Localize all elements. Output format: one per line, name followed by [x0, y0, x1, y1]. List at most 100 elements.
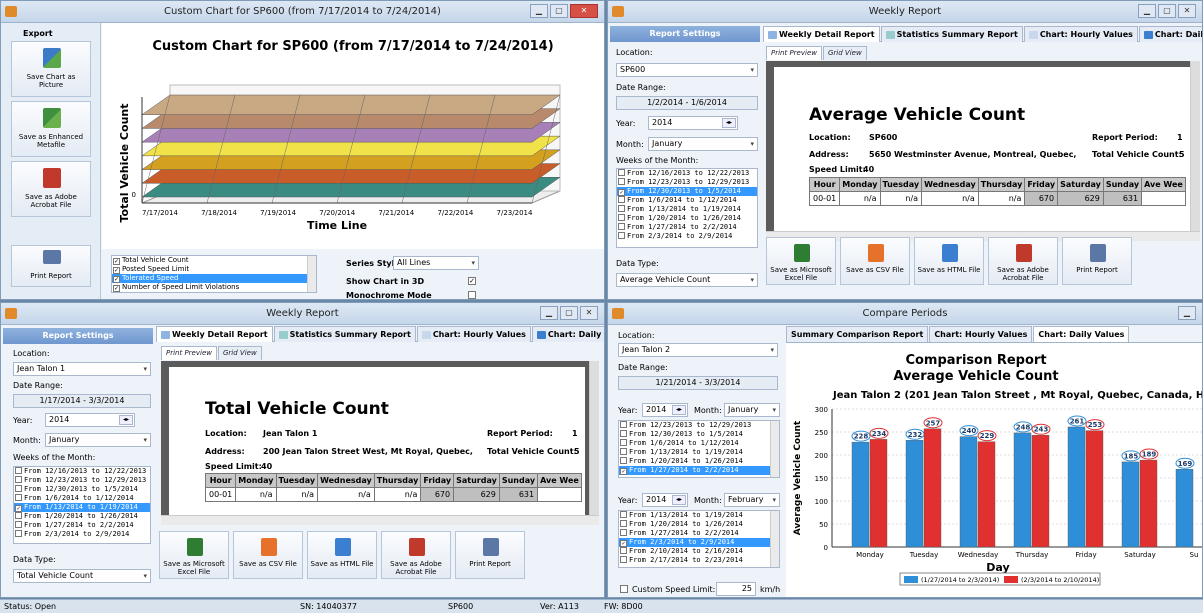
- checkbox[interactable]: [620, 430, 627, 437]
- week-list-item[interactable]: From 1/13/2014 to 1/19/2014: [619, 511, 779, 520]
- scrollbar[interactable]: [770, 511, 779, 567]
- week-list-item[interactable]: From 1/6/2014 to 1/12/2014: [619, 439, 779, 448]
- month-select[interactable]: January ▾: [648, 137, 758, 151]
- custom-speed-checkbox[interactable]: [620, 585, 628, 593]
- week-list-item[interactable]: From 12/23/2013 to 12/29/2013: [619, 421, 779, 430]
- save-acrobat-button[interactable]: Save as Adobe Acrobat File: [11, 161, 91, 217]
- week-list-item[interactable]: From 1/20/2014 to 1/26/2014: [619, 520, 779, 529]
- horizontal-scrollbar[interactable]: [161, 515, 599, 525]
- save-acrobat-button[interactable]: Save as Adobe Acrobat File: [381, 531, 451, 579]
- series-item[interactable]: ✓ Total Vehicle Count: [112, 256, 316, 265]
- week-list-item[interactable]: From 2/3/2014 to 2/9/2014: [617, 232, 757, 241]
- save-chart-picture-button[interactable]: Save Chart as Picture: [11, 41, 91, 97]
- save-csv-button[interactable]: Save as CSV File: [233, 531, 303, 579]
- week-list-item[interactable]: From 1/27/2014 to 2/2/2014: [619, 529, 779, 538]
- checkbox[interactable]: [15, 521, 22, 528]
- week-list-item[interactable]: From 2/17/2014 to 2/23/2014: [619, 556, 779, 565]
- checkbox[interactable]: ✓: [113, 258, 120, 265]
- spin-arrows-icon[interactable]: ◂▸: [722, 118, 736, 128]
- week-list-item[interactable]: ✓ From 1/13/2014 to 1/19/2014: [14, 503, 150, 512]
- location-select[interactable]: SP600 ▾: [616, 63, 758, 77]
- tab-chart-daily[interactable]: Chart: Daily Values: [1033, 326, 1130, 342]
- save-metafile-button[interactable]: Save as Enhanced Metafile: [11, 101, 91, 157]
- week-list-item[interactable]: From 1/6/2014 to 1/12/2014: [14, 494, 150, 503]
- subtab-print-preview[interactable]: Print Preview: [766, 46, 822, 60]
- maximize-button[interactable]: ▢: [1158, 4, 1176, 18]
- week-list-item[interactable]: From 2/3/2014 to 2/9/2014: [14, 530, 150, 539]
- tab-chart-hourly[interactable]: Chart: Hourly Values: [416, 326, 531, 342]
- week-list-item[interactable]: From 1/13/2014 to 1/19/2014: [619, 448, 779, 457]
- checkbox[interactable]: [620, 448, 627, 455]
- checkbox[interactable]: [15, 485, 22, 492]
- week-list-item[interactable]: From 12/16/2013 to 12/22/2013: [617, 169, 757, 178]
- checkbox[interactable]: [620, 439, 627, 446]
- save-excel-button[interactable]: Save as Microsoft Excel File: [159, 531, 229, 579]
- tab-statistics-summary[interactable]: Statistics Summary Report: [273, 326, 416, 342]
- save-excel-button[interactable]: Save as Microsoft Excel File: [766, 237, 836, 285]
- week-list-item[interactable]: From 1/20/2014 to 1/26/2014: [14, 512, 150, 521]
- series-item[interactable]: ✓ Number of Speed Limit Violations: [112, 283, 316, 292]
- checkbox[interactable]: [620, 529, 627, 536]
- week-list-item[interactable]: From 1/13/2014 to 1/19/2014: [617, 205, 757, 214]
- subtab-grid-view[interactable]: Grid View: [217, 346, 262, 360]
- datatype-select[interactable]: Average Vehicle Count ▾: [616, 273, 758, 287]
- checkbox[interactable]: [15, 512, 22, 519]
- checkbox[interactable]: [618, 169, 625, 176]
- checkbox[interactable]: [620, 511, 627, 518]
- checkbox[interactable]: [620, 520, 627, 527]
- week-list-item[interactable]: From 12/30/2013 to 1/5/2014: [619, 430, 779, 439]
- save-html-button[interactable]: Save as HTML File: [307, 531, 377, 579]
- checkbox[interactable]: [15, 476, 22, 483]
- week-list-item[interactable]: From 1/20/2014 to 1/26/2014: [619, 457, 779, 466]
- weeks1-list[interactable]: From 12/23/2013 to 12/29/2013 From 12/30/…: [618, 420, 780, 478]
- mono-checkbox[interactable]: [468, 291, 476, 299]
- minimize-button[interactable]: ▁: [540, 306, 558, 320]
- series-list[interactable]: ✓ Total Vehicle Count ✓ Posted Speed Limit ✓…: [111, 255, 317, 293]
- datatype-select[interactable]: Total Vehicle Count ▾: [13, 569, 151, 583]
- subtab-print-preview[interactable]: Print Preview: [161, 346, 217, 360]
- vertical-scrollbar[interactable]: [589, 361, 599, 515]
- weeks-list[interactable]: From 12/16/2013 to 12/22/2013 From 12/23/…: [13, 466, 151, 544]
- scrollbar[interactable]: [770, 421, 779, 477]
- checkbox[interactable]: [620, 457, 627, 464]
- checkbox[interactable]: [620, 421, 627, 428]
- checkbox[interactable]: [618, 196, 625, 203]
- series-style-select[interactable]: All Lines ▾: [393, 256, 479, 270]
- year-spinner[interactable]: 2014 ◂▸: [648, 116, 738, 130]
- maximize-button[interactable]: ▢: [560, 306, 578, 320]
- week-list-item[interactable]: From 12/23/2013 to 12/29/2013: [617, 178, 757, 187]
- month-select[interactable]: January ▾: [45, 433, 151, 447]
- spin-arrows-icon[interactable]: ◂▸: [119, 415, 133, 425]
- spin-arrows-icon[interactable]: ◂▸: [672, 495, 686, 505]
- tab-weekly-detail[interactable]: Weekly Detail Report: [763, 26, 880, 42]
- checkbox[interactable]: [15, 467, 22, 474]
- tab-summary-comparison[interactable]: Summary Comparison Report: [786, 326, 929, 342]
- location-select[interactable]: Jean Talon 1 ▾: [13, 362, 151, 376]
- checkbox[interactable]: [618, 214, 625, 221]
- week-list-item[interactable]: ✓ From 1/27/2014 to 2/2/2014: [619, 466, 779, 475]
- week-list-item[interactable]: ✓ From 12/30/2013 to 1/5/2014: [617, 187, 757, 196]
- checkbox[interactable]: ✓: [113, 267, 120, 274]
- checkbox[interactable]: [618, 232, 625, 239]
- minimize-button[interactable]: ▁: [1138, 4, 1156, 18]
- tab-chart-hourly[interactable]: Chart: Hourly Values: [1023, 26, 1138, 42]
- close-button[interactable]: ✕: [580, 306, 598, 320]
- month2-select[interactable]: February ▾: [724, 493, 780, 507]
- close-button[interactable]: ✕: [1178, 4, 1196, 18]
- spin-arrows-icon[interactable]: ◂▸: [672, 405, 686, 415]
- week-list-item[interactable]: From 12/30/2013 to 1/5/2014: [14, 485, 150, 494]
- save-csv-button[interactable]: Save as CSV File: [840, 237, 910, 285]
- tab-chart-daily[interactable]: Chart: Daily V: [531, 326, 604, 342]
- checkbox[interactable]: ✓: [113, 285, 120, 292]
- checkbox[interactable]: [620, 547, 627, 554]
- scrollbar[interactable]: [307, 256, 316, 292]
- checkbox[interactable]: ✓: [618, 189, 625, 196]
- week-list-item[interactable]: From 1/20/2014 to 1/26/2014: [617, 214, 757, 223]
- month1-select[interactable]: January ▾: [724, 403, 780, 417]
- print-report-button[interactable]: Print Report: [1062, 237, 1132, 285]
- checkbox[interactable]: ✓: [620, 468, 627, 475]
- save-acrobat-button[interactable]: Save as Adobe Acrobat File: [988, 237, 1058, 285]
- week-list-item[interactable]: From 1/6/2014 to 1/12/2014: [617, 196, 757, 205]
- checkbox[interactable]: ✓: [15, 505, 22, 512]
- checkbox[interactable]: [618, 205, 625, 212]
